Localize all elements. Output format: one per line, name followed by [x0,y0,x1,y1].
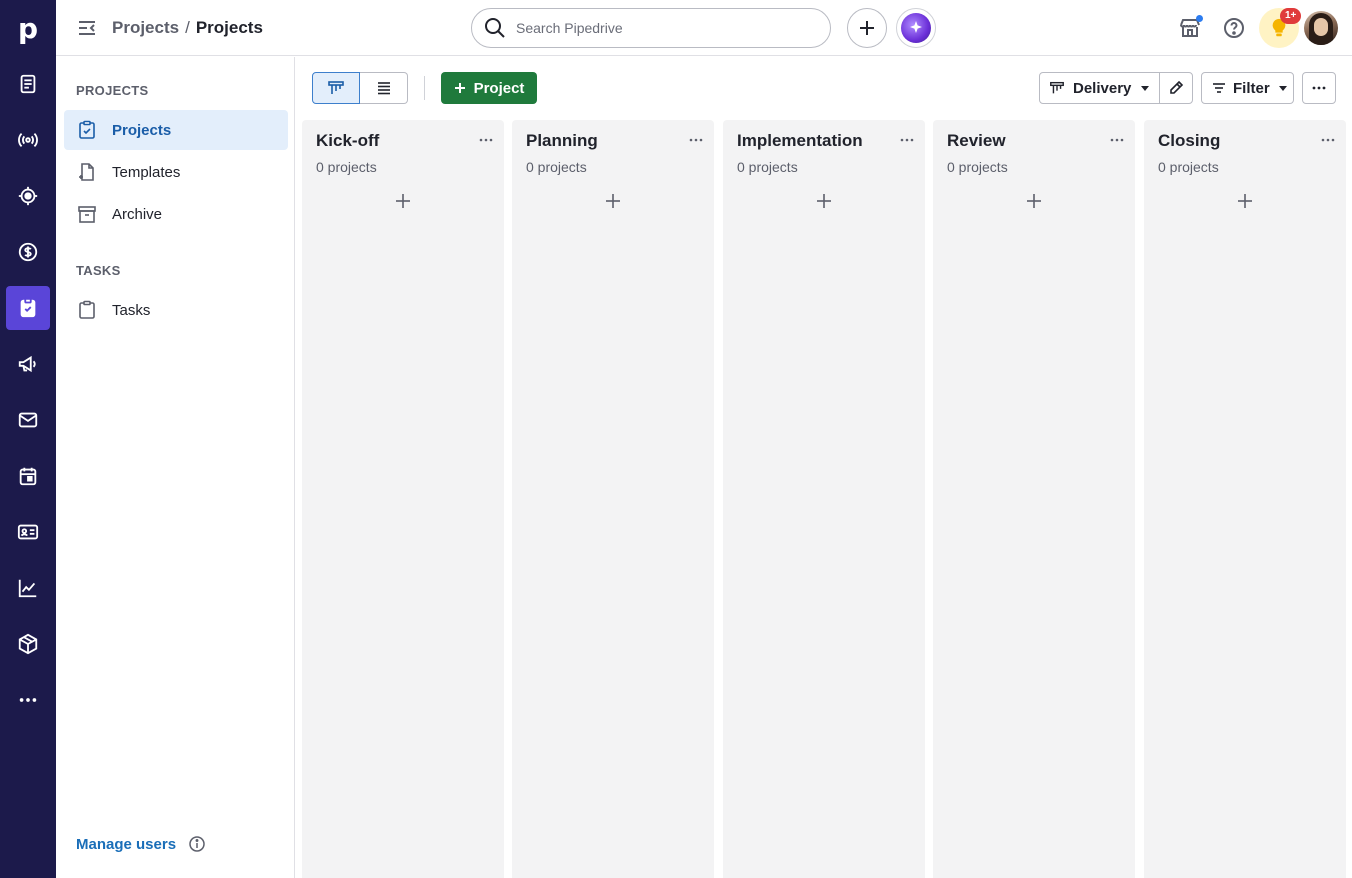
marketplace-icon[interactable] [1178,15,1203,40]
filter-label: Filter [1233,79,1270,97]
stage-title: Kick-off [316,131,380,150]
stage-title: Implementation [737,131,863,150]
breadcrumb-current: Projects [195,18,263,37]
list-icon [377,82,390,95]
stage-count: 0 projects [1158,159,1219,175]
stage-menu-icon[interactable] [686,132,706,148]
kanban-board: Kick-off 0 projects Planning 0 projects … [302,120,1352,878]
pipeline-icon [1050,81,1064,94]
sidebar-item-tasks[interactable]: Tasks [64,290,288,330]
sparkle-icon [901,13,931,43]
stage-menu-icon[interactable] [897,132,917,148]
add-project-label: Project [473,79,525,97]
tasks-icon [79,300,95,319]
quick-add-button[interactable] [847,8,887,48]
stage-column: Review 0 projects [933,120,1135,878]
board-toolbar: Project Delivery Filter [296,57,1352,119]
calendar-icon[interactable] [6,454,50,498]
stage-menu-icon[interactable] [476,132,496,148]
insights-icon[interactable] [6,566,50,610]
stage-column: Implementation 0 projects [723,120,925,878]
products-icon[interactable] [6,622,50,666]
manage-users: Manage users [76,835,206,853]
mail-icon[interactable] [6,398,50,442]
add-project-button[interactable]: Project [441,72,537,104]
collapse-sidebar-icon[interactable] [76,17,98,39]
stage-column: Closing 0 projects [1144,120,1346,878]
add-project-to-stage-icon[interactable] [1024,191,1044,211]
sidebar-item-label: Projects [112,121,172,139]
leads-icon[interactable] [6,62,50,106]
add-project-to-stage-icon[interactable] [393,191,413,211]
stage-menu-icon[interactable] [1318,132,1338,148]
sidebar-item-projects[interactable]: Projects [64,110,288,150]
archive-icon [78,206,96,223]
filter-icon [1213,83,1225,93]
search-icon [485,18,505,38]
contacts-icon[interactable] [6,510,50,554]
stage-count: 0 projects [526,159,587,175]
breadcrumb-parent[interactable]: Projects [112,18,179,38]
add-project-to-stage-icon[interactable] [1235,191,1255,211]
target-icon[interactable] [6,174,50,218]
avatar[interactable] [1304,11,1338,45]
stage-column: Planning 0 projects [512,120,714,878]
top-bar: Projects / Projects 1+ [56,0,1352,56]
stage-title: Review [947,131,1006,150]
stage-column: Kick-off 0 projects [302,120,504,878]
info-icon[interactable] [188,835,206,853]
search-box[interactable] [471,8,831,48]
pipeline-select[interactable]: Delivery [1039,72,1160,104]
help-icon[interactable] [1222,16,1246,40]
projects-icon[interactable] [6,286,50,330]
search-input[interactable] [516,20,806,36]
breadcrumb: Projects / Projects [112,18,263,38]
kanban-view-button[interactable] [312,72,360,104]
sidebar-item-label: Tasks [112,301,151,319]
stage-menu-icon[interactable] [1107,132,1127,148]
kanban-icon [328,81,344,94]
pencil-icon [1170,80,1184,94]
add-project-to-stage-icon[interactable] [603,191,623,211]
more-options-button[interactable] [1302,72,1336,104]
caret-down-icon [1141,86,1150,91]
marketplace-notification-dot [1196,15,1203,22]
projects-section-title: PROJECTS [76,83,149,98]
ai-assistant-button[interactable] [896,8,936,48]
broadcast-icon[interactable] [6,118,50,162]
app-rail: p [0,0,56,878]
pipeline-name: Delivery [1073,79,1132,97]
template-icon [79,163,94,181]
sidebar-item-label: Templates [112,163,181,181]
more-icon[interactable] [6,678,50,722]
breadcrumb-separator: / [185,18,190,37]
projects-board-icon [79,120,95,139]
manage-users-link[interactable]: Manage users [76,836,176,853]
stage-title: Closing [1158,131,1221,150]
edit-pipeline-button[interactable] [1159,72,1193,104]
stage-title: Planning [526,131,598,150]
tasks-section-title: TASKS [76,263,121,278]
projects-sidebar: PROJECTS Projects Templates Archive TASK… [56,57,295,878]
caret-down-icon [1278,86,1287,91]
ellipsis-icon [1312,86,1326,90]
campaigns-icon[interactable] [6,342,50,386]
list-view-button[interactable] [360,72,408,104]
sidebar-item-label: Archive [112,205,163,223]
add-project-to-stage-icon[interactable] [814,191,834,211]
plus-icon [860,21,874,35]
notification-badge: 1+ [1280,8,1302,24]
deals-icon[interactable] [6,230,50,274]
stage-count: 0 projects [316,159,377,175]
stage-count: 0 projects [737,159,798,175]
stage-count: 0 projects [947,159,1008,175]
sidebar-item-archive[interactable]: Archive [64,194,288,234]
toolbar-divider [424,76,425,100]
plus-icon [454,83,465,93]
pipedrive-logo[interactable]: p [0,0,56,56]
view-toggle [312,72,408,104]
filter-button[interactable]: Filter [1201,72,1294,104]
sidebar-item-templates[interactable]: Templates [64,152,288,192]
